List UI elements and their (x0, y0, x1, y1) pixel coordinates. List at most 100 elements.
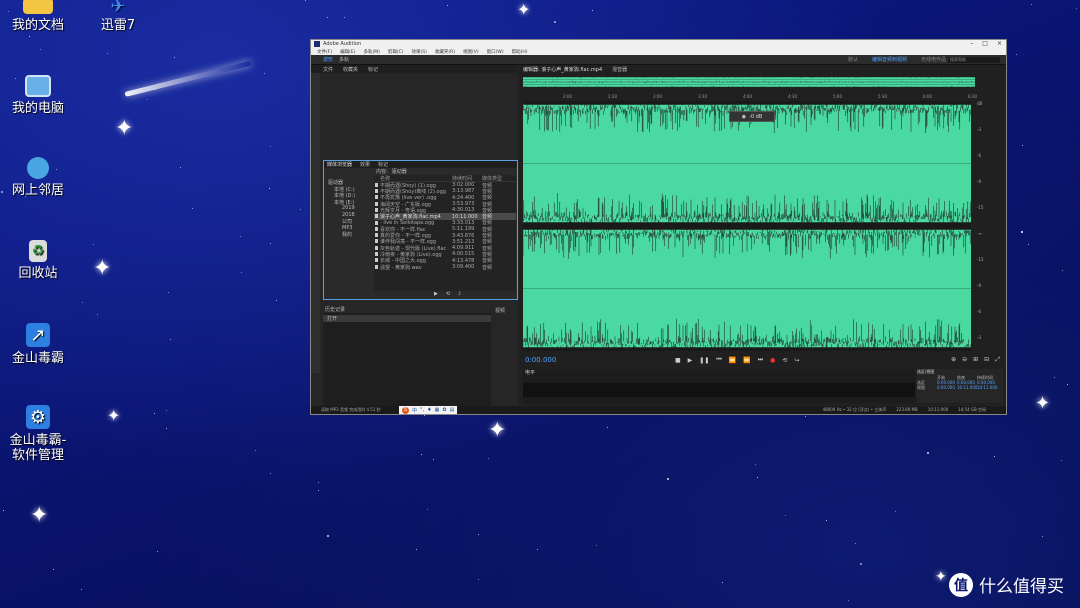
loop-icon[interactable]: ⟲ (782, 357, 787, 364)
ime-punctuation-icon[interactable]: °, (420, 407, 424, 413)
editor-tab[interactable]: 编辑器: 浪子心声_黄家驹.flac.mp4 (523, 66, 602, 73)
menu-help[interactable]: 帮助(H) (512, 49, 528, 55)
audition-window[interactable]: Adobe Audition – □ × 文件(F) 编辑(E) 多轨(M) 剪… (310, 39, 1007, 415)
loop-preview-icon[interactable]: ⟲ (446, 291, 450, 297)
zoom-out-amplitude-icon[interactable]: ⊖ (962, 356, 967, 364)
sparkle: ✦ (517, 0, 531, 19)
star (276, 300, 277, 301)
levels-title: 电平 (525, 370, 536, 376)
desktop-icon-my-documents[interactable]: 我的文档 (0, 0, 78, 33)
workspace-radio[interactable]: 无线电作品 (921, 56, 946, 63)
computer-icon (25, 75, 51, 97)
desktop-icon-network[interactable]: 网上邻居 (0, 157, 78, 198)
star (270, 243, 271, 244)
file-dur: 4:13.478 (452, 257, 475, 264)
ruler-tick-label: 4:00 (743, 94, 752, 99)
star (895, 511, 896, 512)
menu-multitrack[interactable]: 多轨(M) (363, 49, 379, 55)
history-item[interactable]: 打开 (323, 315, 491, 322)
ime-toolbar[interactable]: S 中 °, ♦ ▦ ✿ ▤ (399, 406, 458, 414)
star (53, 569, 54, 570)
star (757, 477, 758, 478)
auto-play-icon[interactable]: ♪ (458, 291, 461, 297)
star (785, 515, 786, 516)
desktop-icon-my-computer[interactable]: 我的电脑 (0, 75, 78, 116)
menu-view[interactable]: 视图(V) (463, 49, 479, 55)
record-icon[interactable]: ● (770, 357, 775, 364)
star (1016, 54, 1017, 55)
menu-effects[interactable]: 效果(S) (412, 49, 427, 55)
fast-forward-icon[interactable]: ⏩ (743, 357, 750, 364)
sogou-ime-icon[interactable]: S (402, 406, 409, 414)
tab-media-browser[interactable]: 媒体浏览器 (327, 161, 352, 168)
skip-icon[interactable]: ↪ (794, 357, 799, 364)
goto-start-icon[interactable]: ⏮ (716, 356, 721, 364)
menu-favorites[interactable]: 收藏夹(R) (435, 49, 455, 55)
play-preview-icon[interactable]: ▶ (434, 291, 438, 297)
mixer-tab[interactable]: 混音器 (612, 66, 627, 73)
tab-files[interactable]: 文件 (323, 66, 333, 73)
menu-edit[interactable]: 编辑(E) (340, 49, 355, 55)
rewind-icon[interactable]: ⏪ (729, 357, 736, 364)
ime-keyboard-icon[interactable]: ▦ (435, 407, 440, 413)
column-header-duration[interactable]: 持续时间 (452, 175, 482, 182)
help-search-input[interactable]: 搜索帮助 (948, 56, 1000, 63)
history-title: 历史记录 (323, 305, 491, 313)
tab-favorites[interactable]: 收藏夹 (343, 66, 358, 73)
view-end-field[interactable]: 10:11.000 (957, 385, 977, 390)
workspace-edit-audio-video[interactable]: 编辑音频到视频 (872, 56, 907, 63)
zoom-full-icon[interactable]: ⤢ (995, 356, 1000, 364)
star (241, 272, 242, 273)
status-message: 读取 MP3 音频 完成用时 4.51 秒 (321, 407, 381, 412)
menu-clip[interactable]: 剪辑(C) (388, 49, 404, 55)
overview-waveform[interactable] (523, 77, 975, 87)
zoom-in-amplitude-icon[interactable]: ⊕ (951, 356, 956, 364)
time-ruler[interactable]: 2:00 2:30 3:00 3:30 4:00 4:30 5:00 5:30 6:00 6:30… (523, 94, 977, 100)
file-row[interactable]: 遥望 - 黄家驹.wav 3:09.400 音频 (374, 264, 516, 271)
star (93, 244, 94, 245)
db-tick-label: -6 (977, 309, 981, 314)
multitrack-mode-button[interactable]: 多轨 (339, 56, 349, 63)
goto-end-icon[interactable]: ⏭ (758, 356, 763, 364)
title-bar[interactable]: Adobe Audition – □ × (311, 40, 1006, 48)
tab-markers[interactable]: 标记 (368, 66, 378, 73)
ime-mic-icon[interactable]: ♦ (427, 407, 431, 413)
maximize-button[interactable]: □ (982, 40, 988, 47)
waveform-mode-button[interactable]: 波形 (323, 56, 333, 63)
desktop-icon-xunlei[interactable]: ✈ 迅雷7 (78, 0, 158, 33)
hud-volume[interactable]: ◉ -0 dB (729, 111, 775, 122)
pause-icon[interactable]: ❚❚ (699, 357, 709, 364)
desktop-icon-kingsoft-antivirus[interactable]: ↗ 金山毒霸 (0, 323, 78, 366)
view-duration-field[interactable]: 10:11.000 (977, 385, 997, 390)
stop-icon[interactable]: ■ (675, 357, 681, 364)
ime-skin-icon[interactable]: ✿ (442, 407, 446, 413)
close-button[interactable]: × (997, 40, 1002, 47)
star (592, 10, 593, 11)
zoom-in-time-icon[interactable]: ⊞ (973, 356, 978, 364)
tab-effects[interactable]: 效果 (360, 161, 370, 168)
star (166, 428, 167, 429)
play-icon[interactable]: ▶ (688, 357, 693, 364)
tab-markers-2[interactable]: 标记 (378, 161, 388, 168)
shooting-star (124, 60, 252, 97)
view-start-field[interactable]: 0:00.000 (937, 385, 957, 390)
ruler-tick-label: 2:00 (563, 94, 572, 99)
ime-mode-chinese[interactable]: 中 (412, 407, 417, 414)
media-browser-panel: 媒体浏览器 效果 标记 内容: 驱动器 驱动器 本地 (C:) 本地 (D:) 本地 … (323, 160, 518, 300)
ime-tools-icon[interactable]: ▤ (450, 407, 455, 413)
column-header-name[interactable]: 名称 (374, 175, 452, 181)
desktop-icon-recycle-bin[interactable]: ♻ 回收站 (0, 240, 78, 281)
menu-window[interactable]: 窗口(W) (487, 49, 504, 55)
zoom-out-time-icon[interactable]: ⊟ (984, 356, 989, 364)
menu-file[interactable]: 文件(F) (317, 49, 332, 55)
workspace-default[interactable]: 默认 (848, 56, 858, 63)
content-select[interactable]: 驱动器 (392, 168, 407, 175)
column-header-type[interactable]: 媒体类型 (482, 175, 508, 182)
desktop-icon-kingsoft-software-manager[interactable]: ⚙ 金山毒霸- 软件管理 (0, 405, 78, 463)
star (147, 99, 148, 100)
minimize-button[interactable]: – (970, 40, 973, 47)
tree-item[interactable]: 我的 (326, 231, 374, 238)
star (82, 302, 83, 303)
menu-bar: 文件(F) 编辑(E) 多轨(M) 剪辑(C) 效果(S) 收藏夹(R) 视图(… (311, 48, 1006, 55)
waveform-display[interactable] (522, 101, 971, 351)
